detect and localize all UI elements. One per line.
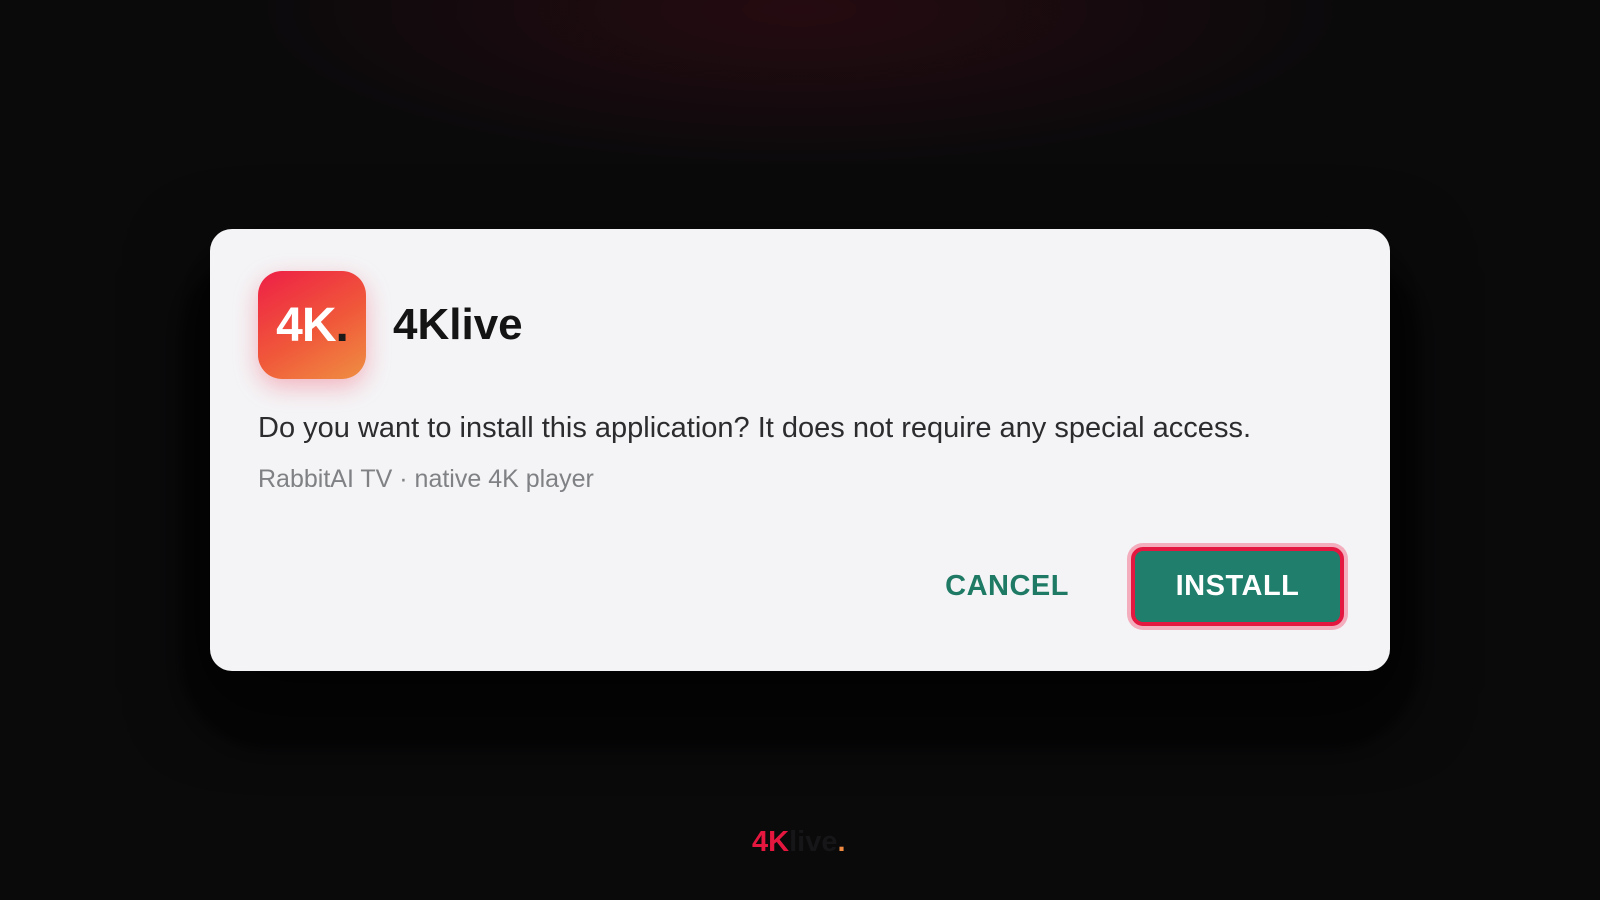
install-message: Do you want to install this application?… xyxy=(258,412,1251,444)
footer-logo: 4Klive. xyxy=(752,826,846,859)
app-header: 4K. 4Klive xyxy=(258,271,523,379)
app-name: 4Klive xyxy=(393,300,523,349)
install-dialog: 4K. 4Klive Do you want to install this a… xyxy=(210,229,1390,671)
dialog-actions: CANCEL INSTALL xyxy=(945,547,1344,626)
app-icon-dot: . xyxy=(335,298,349,352)
footer-logo-live: live xyxy=(789,826,838,858)
app-icon: 4K. xyxy=(258,271,366,379)
tv-screen: 4K. 4Klive Do you want to install this a… xyxy=(0,0,1600,900)
cancel-button[interactable]: CANCEL xyxy=(945,570,1069,603)
install-button[interactable]: INSTALL xyxy=(1131,547,1344,626)
app-subtitle: RabbitAI TV · native 4K player xyxy=(258,465,594,493)
app-icon-text: 4K xyxy=(276,298,336,352)
footer-logo-4k: 4K xyxy=(752,826,790,858)
footer-logo-dot: . xyxy=(837,826,846,858)
